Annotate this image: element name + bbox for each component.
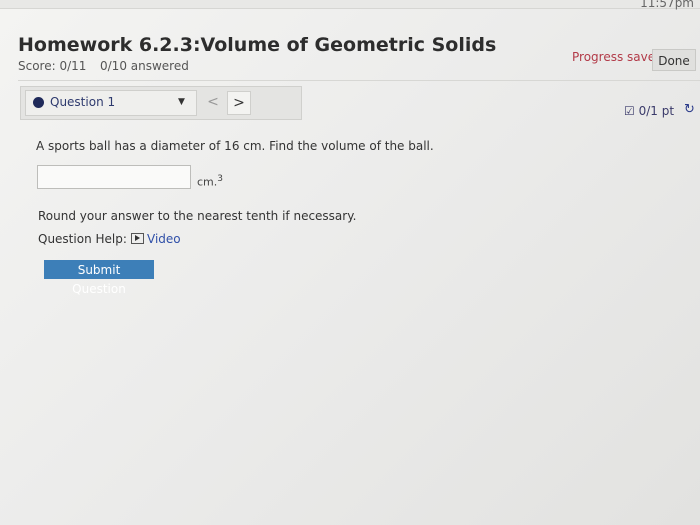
done-button[interactable]: Done xyxy=(652,49,696,71)
page-title: Homework 6.2.3:Volume of Geometric Solid… xyxy=(18,34,497,56)
answer-input[interactable] xyxy=(37,165,191,189)
video-icon xyxy=(131,233,144,244)
question-navigator: Question 1 ▼ < > xyxy=(20,86,302,120)
question-label: Question 1 xyxy=(50,95,116,109)
points-text: 0/1 pt xyxy=(638,104,675,118)
dropdown-caret-icon: ▼ xyxy=(178,97,185,107)
retry-icon[interactable]: ↻ xyxy=(684,102,695,117)
video-link[interactable]: Video xyxy=(131,232,181,246)
prev-question-button[interactable]: < xyxy=(202,91,224,113)
unit-text: cm. xyxy=(197,175,218,189)
submit-question-button[interactable]: Submit Question xyxy=(44,260,154,296)
header-divider xyxy=(18,80,700,81)
question-help-label: Question Help: xyxy=(38,232,127,246)
question-text: A sports ball has a diameter of 16 cm. F… xyxy=(36,139,434,153)
score-text: Score: 0/11 xyxy=(18,59,87,73)
unit-exponent: 3 xyxy=(217,174,223,184)
checkbox-icon: ☑ xyxy=(624,104,635,118)
unit-label: cm.3 xyxy=(197,174,223,189)
status-dot-icon xyxy=(33,97,44,108)
top-bar: 11:57pm xyxy=(0,0,700,10)
question-select[interactable]: Question 1 ▼ xyxy=(25,90,197,116)
answered-count: 0/10 answered xyxy=(100,59,189,73)
rounding-instruction: Round your answer to the nearest tenth i… xyxy=(38,209,357,223)
next-question-button[interactable]: > xyxy=(227,91,251,115)
progress-status: Progress saved xyxy=(572,50,663,64)
points-display: ☑ 0/1 pt xyxy=(624,104,674,118)
clock: 11:57pm xyxy=(640,0,694,10)
video-label: Video xyxy=(147,232,181,246)
